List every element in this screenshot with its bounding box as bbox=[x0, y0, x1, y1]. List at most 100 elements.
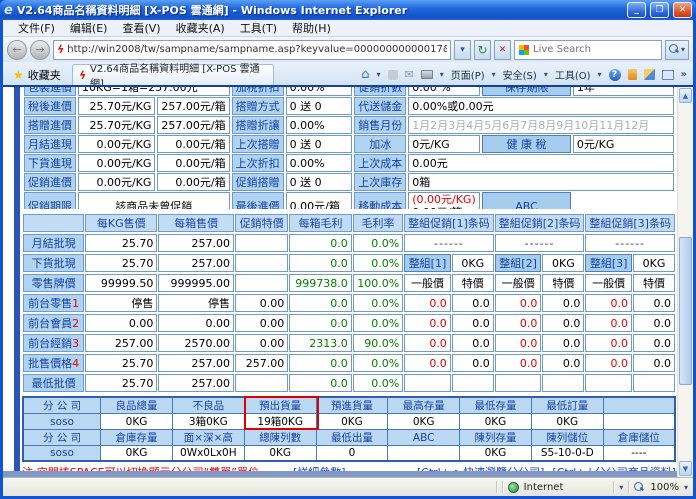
pack-spec: 10KG=1箱=257.00元 bbox=[78, 87, 230, 96]
page-menu-button[interactable]: 页面(P) bbox=[451, 67, 485, 82]
row-bundle-price: 搭贈進價 25.70元/KG 257.00元/箱 搭贈折讓 0.00% 銷售月份… bbox=[24, 116, 674, 134]
detail-params-link[interactable]: [詳細參數] bbox=[293, 464, 346, 472]
row-index: 3 bbox=[72, 337, 80, 350]
page-dropdown-icon[interactable]: ▾ bbox=[492, 70, 496, 79]
maximize-button[interactable]: ❐ bbox=[650, 2, 669, 18]
zone-label: Internet bbox=[523, 481, 564, 493]
pre-out-qty-header: 預出貨量 bbox=[243, 396, 317, 414]
group1-button[interactable]: 整組[1] bbox=[404, 254, 451, 272]
branch-name: soso bbox=[22, 445, 102, 461]
refresh-button[interactable]: ↻ bbox=[474, 39, 491, 60]
row-label: 包裝進價 bbox=[24, 87, 76, 96]
page-bottom-border bbox=[3, 471, 677, 477]
page-favicon-icon: ϟ bbox=[55, 43, 66, 56]
home-icon[interactable]: ⌂ bbox=[361, 68, 369, 81]
browser-window: e V2.64商品名稱資料明細 [X-POS 雲通網] - Windows In… bbox=[0, 0, 696, 499]
addon-icon-2[interactable] bbox=[643, 69, 655, 80]
status-separator bbox=[501, 481, 503, 493]
branch-header-row-2: 分 公 司 倉庫存量 面×深×高 總陳列數 最低出量 ABC 陳列存量 陳列儲位… bbox=[22, 429, 676, 446]
menu-view[interactable]: 查看(V) bbox=[115, 19, 167, 37]
internet-zone-icon bbox=[507, 481, 519, 493]
search-box bbox=[514, 39, 662, 60]
tools-dropdown-icon[interactable]: ▾ bbox=[598, 70, 602, 79]
mail-icon[interactable]: ✉ bbox=[405, 69, 414, 80]
menu-file[interactable]: 文件(F) bbox=[11, 19, 62, 37]
shelf-life-button[interactable]: 保存期限 bbox=[482, 87, 571, 96]
search-go-button[interactable]: ▾ bbox=[665, 39, 689, 60]
price-row: 零售牌價 99999.50 999995.00 999738.0 100.0% … bbox=[23, 274, 675, 292]
star-icon: ★ bbox=[13, 67, 24, 82]
search-input[interactable] bbox=[533, 44, 657, 55]
menu-bar: 文件(F) 编辑(E) 查看(V) 收藏夹(A) 工具(T) 帮助(H) bbox=[3, 20, 693, 37]
zoom-dropdown-icon[interactable]: ▾ bbox=[684, 483, 688, 492]
menu-favorites[interactable]: 收藏夹(A) bbox=[169, 19, 232, 37]
price-table: 每KG售價 每箱售價 促銷特價 每箱毛利 毛利率 整組促銷[1]条码 整組促銷[… bbox=[22, 212, 676, 394]
group2-button[interactable]: 整組[2] bbox=[494, 254, 542, 272]
row-promo-period: 促銷期限 該商品未曾促銷 最後進價 0.00元/箱 移動成本 (0.00元/KG… bbox=[24, 192, 674, 209]
protected-mode-dropdown-icon[interactable]: ▾ bbox=[619, 483, 623, 492]
help-icon[interactable]: ? bbox=[608, 68, 621, 81]
moving-cost: (0.00元/KG) 0.00元/箱 bbox=[408, 192, 481, 209]
status-separator bbox=[495, 481, 497, 493]
ctrl-branch-product-link[interactable]: [Ctrl+↓分公司商品資料] bbox=[552, 464, 676, 472]
row-unload-cash: 下貨進現 0.00元/KG 0.00元/箱 上次折扣 0.00% 上次成本 0.… bbox=[24, 154, 674, 172]
price-header-row: 每KG售價 每箱售價 促銷特價 每箱毛利 毛利率 整組促銷[1]条码 整組促銷[… bbox=[23, 214, 675, 232]
menu-help[interactable]: 帮助(H) bbox=[285, 19, 338, 37]
forward-button[interactable]: → bbox=[30, 39, 50, 60]
price-row: 前台會員2 0.00 0.00 0.00 0.0 0.0% 0.0 0.0 0.… bbox=[23, 314, 675, 332]
title-bar: e V2.64商品名稱資料明細 [X-POS 雲通網] - Windows In… bbox=[0, 0, 696, 20]
scroll-down-button[interactable]: ▼ bbox=[679, 461, 692, 476]
menu-edit[interactable]: 编辑(E) bbox=[63, 19, 115, 37]
price-row: 最低批價 25.70 257.00 0.0 0.0% bbox=[23, 374, 675, 392]
addon-icon-3[interactable] bbox=[661, 69, 674, 80]
promo-discount-label: 促銷折數 bbox=[354, 87, 407, 96]
overflow-chevron[interactable]: » bbox=[681, 69, 687, 80]
magnifier-icon bbox=[668, 44, 680, 55]
safety-menu-button[interactable]: 安全(S) bbox=[503, 67, 537, 82]
minimize-button[interactable]: _ bbox=[627, 2, 646, 18]
address-input[interactable] bbox=[67, 44, 447, 55]
purchase-detail-table: 包裝進價 10KG=1箱=257.00元 加稅折扣 0.00% 促銷折數 0.0… bbox=[22, 87, 676, 209]
tab-active[interactable]: ϟ V2.64商品名稱資料明細 [X-POS 雲通網] bbox=[71, 64, 274, 90]
group3-button[interactable]: 整組[3] bbox=[585, 254, 632, 272]
health-tax-button[interactable]: 健 康 稅 bbox=[482, 135, 571, 153]
addon-icon-1[interactable] bbox=[627, 69, 637, 80]
row-index: 1 bbox=[72, 297, 80, 310]
scrollbar-thumb[interactable] bbox=[679, 237, 692, 385]
price-row: 批售價格4 25.70 257.00 257.00 0.0 0.0% 0.0 0… bbox=[23, 354, 675, 372]
feeds-icon[interactable] bbox=[387, 69, 398, 80]
price-row: 下貨批現 25.70 257.00 0.0 0.0% 整組[1] 0KG 整組[… bbox=[23, 254, 675, 272]
pre-out-qty-value: 19箱0KG bbox=[243, 413, 317, 430]
status-bar: Internet ▾ 100% ▾ bbox=[3, 477, 693, 496]
tab-favicon-icon: ϟ bbox=[77, 68, 88, 82]
safety-dropdown-icon[interactable]: ▾ bbox=[544, 70, 548, 79]
price-row: 月結批現 25.70 257.00 0.0 0.0% ------ ------… bbox=[23, 234, 675, 252]
row-index: 4 bbox=[72, 357, 80, 370]
row-label: 前台會員 bbox=[28, 317, 73, 330]
print-dropdown-icon[interactable]: ▾ bbox=[440, 70, 444, 79]
window-title: V2.64商品名稱資料明細 [X-POS 雲通網] - Windows Inte… bbox=[16, 4, 408, 17]
ctrl-browse-branch-link[interactable]: [Ctrl+->快速瀏覽分公司] bbox=[417, 464, 545, 472]
branch-data-row-1: soso 0KG 3箱0KG 19箱0KG 0KG 0KG 0KG 0KG bbox=[22, 413, 676, 430]
abc-button[interactable]: ABC bbox=[482, 192, 571, 209]
shelf-slot-value: S5-10-0-D bbox=[530, 445, 604, 461]
address-dropdown-button[interactable]: ▾ bbox=[454, 39, 471, 60]
tax-discount-label: 加稅折扣 bbox=[231, 87, 284, 96]
branch-table: 分 公 司 良品總量 不良品 預出貨量 預進貨量 最高存量 最低存量 最低訂量 … bbox=[22, 396, 676, 462]
stop-button[interactable]: ✕ bbox=[494, 39, 511, 60]
row-monthly-cash: 月結進現 0.00元/KG 0.00元/箱 上次搭贈 0 送 0 加冰 0元/K… bbox=[24, 135, 674, 153]
tab-bar: ★ 收藏夹 ϟ V2.64商品名稱資料明細 [X-POS 雲通網] ⌂ ▾ ✉ … bbox=[3, 62, 693, 90]
home-dropdown-icon[interactable]: ▾ bbox=[377, 70, 381, 79]
print-icon[interactable] bbox=[420, 70, 433, 79]
footnote: 注:空間棒SPACE可以切換顯示分公司“雙單”單位 [詳細參數] [Ctrl+-… bbox=[22, 464, 676, 472]
favorites-button[interactable]: ★ 收藏夹 bbox=[6, 65, 68, 84]
back-button[interactable]: ← bbox=[7, 39, 27, 60]
tools-menu-button[interactable]: 工具(O) bbox=[555, 67, 591, 82]
menu-tools[interactable]: 工具(T) bbox=[233, 19, 284, 37]
price-row: 前台零售1 停售 停售 0.00 0.0 0.0% 0.0 0.0 0.0 0.… bbox=[23, 294, 675, 312]
close-button[interactable]: ✕ bbox=[673, 2, 692, 18]
zoom-level: 100% bbox=[650, 481, 679, 493]
row-pack-price: 包裝進價 10KG=1箱=257.00元 加稅折扣 0.00% 促銷折數 0.0… bbox=[24, 87, 674, 96]
vertical-scrollbar[interactable]: ▲ ▼ bbox=[677, 87, 693, 477]
scroll-up-button[interactable]: ▲ bbox=[679, 88, 692, 103]
